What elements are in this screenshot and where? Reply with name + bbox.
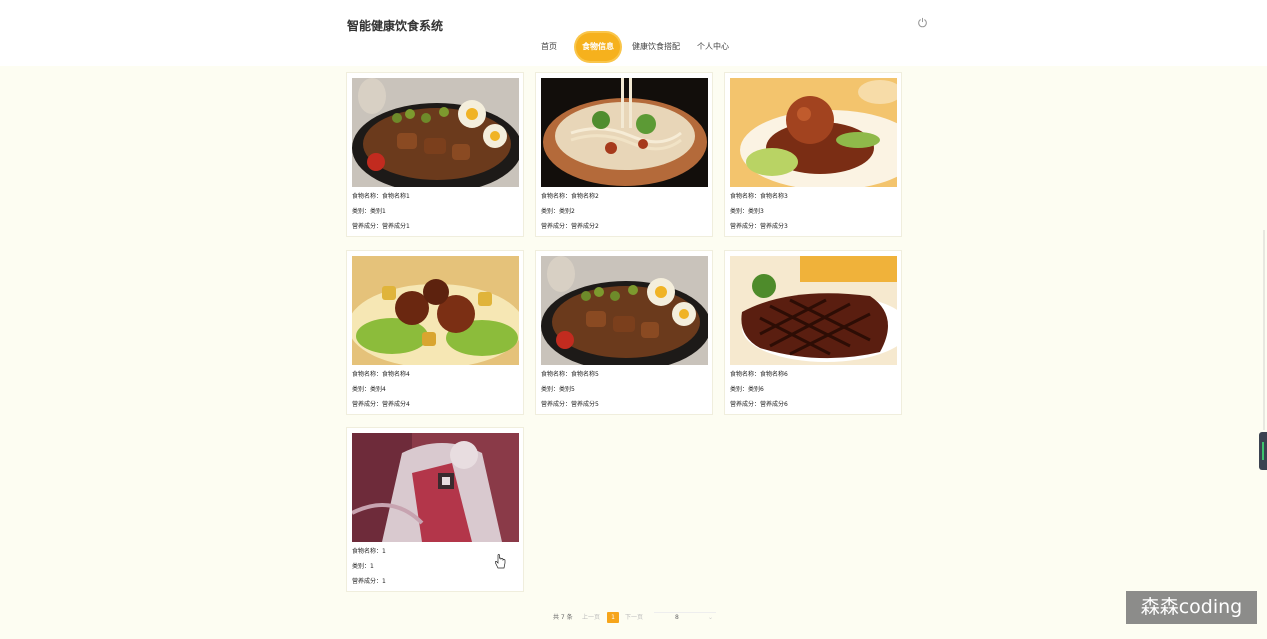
site-title: 智能健康饮食系统 bbox=[347, 19, 444, 33]
braised-pork-rice-image bbox=[352, 78, 519, 187]
food-card[interactable]: 食物名称：食物名称3 类别：类别3 营养成分：营养成分3 bbox=[724, 72, 902, 237]
food-card[interactable]: 食物名称：食物名称6 类别：类别6 营养成分：营养成分6 bbox=[724, 250, 902, 415]
anime-character-image bbox=[352, 433, 519, 542]
food-category: 类别：类别5 bbox=[541, 386, 575, 393]
nav-personal-center[interactable]: 个人中心 bbox=[697, 33, 729, 61]
food-name: 食物名称：食物名称5 bbox=[541, 371, 599, 378]
food-card[interactable]: 食物名称：食物名称2 类别：类别2 营养成分：营养成分2 bbox=[535, 72, 713, 237]
food-nutrition: 营养成分：营养成分4 bbox=[352, 401, 410, 408]
food-category: 类别：类别1 bbox=[352, 208, 386, 215]
food-image[interactable] bbox=[352, 256, 519, 365]
page-size-select[interactable]: 8 ⌄ bbox=[654, 612, 716, 621]
hand-cursor-icon bbox=[495, 554, 506, 569]
food-nutrition: 营养成分：1 bbox=[352, 578, 386, 585]
food-name: 食物名称：食物名称1 bbox=[352, 193, 410, 200]
food-category: 类别：类别2 bbox=[541, 208, 575, 215]
top-header: 智能健康饮食系统 首页 食物信息 健康饮食搭配 个人中心 bbox=[0, 0, 1267, 66]
page-size-value: 8 bbox=[675, 614, 679, 621]
food-nutrition: 营养成分：营养成分3 bbox=[730, 223, 788, 230]
nav-home[interactable]: 首页 bbox=[541, 33, 557, 61]
food-image[interactable] bbox=[730, 78, 897, 187]
meatball-greens-image bbox=[730, 78, 897, 187]
page-scrollbar[interactable] bbox=[1263, 230, 1265, 430]
noodle-bowl-image bbox=[541, 78, 708, 187]
power-icon[interactable] bbox=[917, 17, 928, 28]
food-image[interactable] bbox=[730, 256, 897, 365]
food-category: 类别：类别4 bbox=[352, 386, 386, 393]
grilled-steak-image bbox=[730, 256, 897, 365]
main-nav: 首页 食物信息 健康饮食搭配 个人中心 bbox=[0, 33, 1267, 61]
braised-pork-rice-image bbox=[541, 256, 708, 365]
food-nutrition: 营养成分：营养成分2 bbox=[541, 223, 599, 230]
pagination: 共 7 条 上一页 1 下一页 8 ⌄ bbox=[0, 612, 1267, 624]
food-image[interactable] bbox=[352, 78, 519, 187]
chevron-down-icon: ⌄ bbox=[708, 614, 714, 621]
food-category: 类别：类别6 bbox=[730, 386, 764, 393]
pagination-prev-button[interactable]: 上一页 bbox=[582, 612, 600, 623]
food-image[interactable] bbox=[352, 433, 519, 542]
food-image[interactable] bbox=[541, 256, 708, 365]
food-card[interactable]: 食物名称：食物名称1 类别：类别1 营养成分：营养成分1 bbox=[346, 72, 524, 237]
food-card[interactable]: 食物名称：食物名称5 类别：类别5 营养成分：营养成分5 bbox=[535, 250, 713, 415]
nav-food-info[interactable]: 食物信息 bbox=[576, 33, 620, 61]
pagination-current-page[interactable]: 1 bbox=[607, 612, 619, 623]
food-name: 食物名称：食物名称6 bbox=[730, 371, 788, 378]
nav-healthy-diet[interactable]: 健康饮食搭配 bbox=[632, 33, 680, 61]
pagination-total: 共 7 条 bbox=[553, 614, 573, 621]
food-name: 食物名称：食物名称2 bbox=[541, 193, 599, 200]
watermark: 森森coding bbox=[1126, 591, 1257, 624]
food-name: 食物名称：1 bbox=[352, 548, 386, 555]
food-category: 类别：1 bbox=[352, 563, 374, 570]
food-nutrition: 营养成分：营养成分1 bbox=[352, 223, 410, 230]
food-name: 食物名称：食物名称4 bbox=[352, 371, 410, 378]
side-widget-tab[interactable] bbox=[1259, 432, 1267, 470]
braised-chicken-potato-image bbox=[352, 256, 519, 365]
food-name: 食物名称：食物名称3 bbox=[730, 193, 788, 200]
food-card[interactable]: 食物名称：食物名称4 类别：类别4 营养成分：营养成分4 bbox=[346, 250, 524, 415]
food-nutrition: 营养成分：营养成分6 bbox=[730, 401, 788, 408]
food-nutrition: 营养成分：营养成分5 bbox=[541, 401, 599, 408]
food-image[interactable] bbox=[541, 78, 708, 187]
food-category: 类别：类别3 bbox=[730, 208, 764, 215]
pagination-next-button[interactable]: 下一页 bbox=[625, 612, 643, 623]
